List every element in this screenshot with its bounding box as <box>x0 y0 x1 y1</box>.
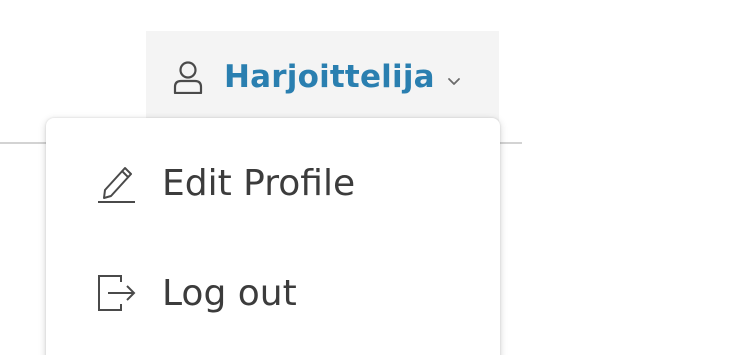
chevron-down-icon <box>447 72 461 85</box>
menu-item-label: Log out <box>162 272 297 314</box>
pencil-icon <box>95 162 137 204</box>
logout-icon <box>95 272 137 314</box>
menu-item-label: Edit Profile <box>162 162 356 204</box>
menu-item-log-out[interactable]: Log out <box>46 248 500 338</box>
page: Harjoittelija Edit Profile Log out <box>0 0 750 355</box>
username-label: Harjoittelija <box>224 59 435 95</box>
user-dropdown-menu: Edit Profile Log out <box>46 118 500 355</box>
user-icon <box>172 60 204 95</box>
menu-item-edit-profile[interactable]: Edit Profile <box>46 138 500 228</box>
user-menu-button[interactable]: Harjoittelija <box>146 31 499 123</box>
